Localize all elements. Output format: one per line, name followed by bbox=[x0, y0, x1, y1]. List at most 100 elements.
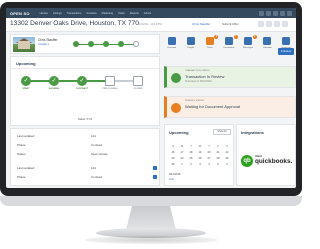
toolbar-overview[interactable]: Overview bbox=[162, 34, 181, 56]
weekday-label: T bbox=[190, 145, 192, 148]
help-icon[interactable] bbox=[280, 10, 285, 16]
calendar-day[interactable]: 20 bbox=[205, 151, 213, 154]
detail-row: Phase Contract bbox=[17, 175, 157, 182]
monitor-frame: OPEN SO Homes Listings Transactions Cont… bbox=[0, 2, 302, 196]
toolbar-label: Tasks bbox=[207, 47, 213, 49]
step-pre-closing[interactable]: PRE CLOSING bbox=[97, 76, 123, 90]
calendar-day[interactable]: 30 bbox=[169, 163, 177, 166]
toolbar-messages[interactable]: Messages 2 bbox=[239, 34, 258, 56]
in-review-button[interactable]: In Review bbox=[278, 48, 294, 55]
step-closed[interactable]: CLOSED bbox=[125, 76, 151, 90]
monitor-stand-neck bbox=[126, 206, 176, 230]
search-icon[interactable] bbox=[259, 10, 264, 16]
calendar-link[interactable]: Link bbox=[169, 178, 174, 181]
nav-item-listings[interactable]: Listings bbox=[53, 12, 62, 15]
status-clock-icon bbox=[171, 103, 181, 113]
bell-icon[interactable] bbox=[266, 10, 271, 16]
selected-date: 9/11/2019 bbox=[169, 173, 181, 176]
share-icon[interactable] bbox=[266, 21, 272, 27]
detail-row: Last updated 121 bbox=[17, 134, 157, 141]
mini-step-dot bbox=[118, 41, 124, 47]
calendar-day[interactable]: 27 bbox=[205, 157, 213, 160]
toolbar-label: Messages bbox=[243, 47, 254, 49]
calendar-day[interactable]: 21 bbox=[214, 151, 222, 154]
agent-role-dropdown[interactable]: Contact ▾ bbox=[38, 43, 49, 46]
agent-name[interactable]: Chris Stauffer bbox=[38, 38, 57, 42]
quickbooks-logo[interactable]: quickbooks. bbox=[255, 158, 292, 165]
nav-item-contacts[interactable]: Contacts bbox=[86, 12, 96, 15]
more-icon[interactable] bbox=[282, 21, 288, 27]
transaction-toolbar: Overview People Tasks 3 Documents 7 Mess… bbox=[162, 34, 296, 56]
people-icon bbox=[186, 37, 195, 45]
mini-step-dot bbox=[73, 41, 79, 47]
row-checkbox[interactable] bbox=[153, 166, 157, 170]
calendar-day[interactable]: 2 bbox=[187, 163, 195, 166]
panel-divider bbox=[11, 68, 159, 69]
header-user-link[interactable]: Chris Stauffer bbox=[192, 22, 210, 26]
calendar-day[interactable]: 18 bbox=[187, 151, 195, 154]
panel-title: Upcoming bbox=[16, 61, 36, 66]
property-card: Chris Stauffer Contact ▾ bbox=[10, 34, 160, 54]
weekday-label: T bbox=[208, 145, 210, 148]
expenses-icon bbox=[282, 37, 291, 45]
calendar-title: Upcoming bbox=[169, 130, 189, 135]
calendar-day[interactable]: 1 bbox=[178, 163, 186, 166]
detail-label: Last updated bbox=[17, 166, 35, 170]
weekday-label: W bbox=[198, 145, 202, 148]
progress-panel: Upcoming ✓ START ✓ SHOWING ✓ CONTRACT PR… bbox=[10, 56, 160, 126]
nav-item-marketing[interactable]: Marketing bbox=[102, 12, 113, 15]
settings-icon[interactable] bbox=[274, 21, 280, 27]
step-contract[interactable]: ✓ CONTRACT bbox=[69, 76, 95, 90]
status-title: Transaction In Review bbox=[185, 74, 225, 79]
user-icon[interactable] bbox=[287, 10, 292, 16]
documents-icon bbox=[224, 37, 233, 45]
step-start[interactable]: ✓ START bbox=[13, 76, 39, 90]
nav-item-transactions[interactable]: Transactions bbox=[67, 12, 82, 15]
calendar-day[interactable]: 22 bbox=[223, 151, 231, 154]
calendar-day[interactable]: 25 bbox=[187, 157, 195, 160]
nav-item-homes[interactable]: Homes bbox=[40, 12, 48, 15]
property-photo[interactable] bbox=[13, 37, 35, 52]
calendar-day[interactable]: 24 bbox=[178, 157, 186, 160]
pending-status-card[interactable]: PENDING STATUS Waiting for Document Appr… bbox=[164, 96, 296, 118]
calendar-day[interactable]: 16 bbox=[169, 151, 177, 154]
transaction-status-card[interactable]: TRANSACTION STATUS Transaction In Review… bbox=[164, 66, 296, 88]
status-subtitle: Submitted on 08/23/2019 bbox=[185, 80, 212, 83]
transaction-header: 13302 Denver Oaks Drive, Houston, TX 770… bbox=[6, 18, 296, 32]
status-label: TRANSACTION STATUS bbox=[185, 70, 210, 72]
toolbar-people[interactable]: People bbox=[181, 34, 200, 56]
property-address: 13302 Denver Oaks Drive, Houston, TX 770 bbox=[10, 20, 139, 27]
nav-item-reports[interactable]: Reports bbox=[130, 12, 139, 15]
show-all-button[interactable]: Show All bbox=[213, 129, 231, 135]
calendar-day[interactable]: 4 bbox=[205, 163, 213, 166]
quickbooks-icon[interactable]: qb bbox=[241, 155, 253, 167]
check-icon: ✓ bbox=[49, 76, 59, 86]
detail-label: Phase bbox=[17, 143, 26, 147]
step-showing[interactable]: ✓ SHOWING bbox=[41, 76, 67, 90]
calendar-day[interactable]: 26 bbox=[196, 157, 204, 160]
status-check-icon bbox=[171, 73, 181, 83]
nav-item-admin[interactable]: Admin bbox=[144, 12, 151, 15]
toolbar-tasks[interactable]: Tasks 3 bbox=[200, 34, 219, 56]
mail-icon[interactable] bbox=[273, 10, 278, 16]
toolbar-documents[interactable]: Documents 7 bbox=[219, 34, 238, 56]
row-checkbox[interactable] bbox=[153, 175, 157, 179]
calendar-day[interactable]: 6 bbox=[223, 163, 231, 166]
calendar-day[interactable]: 17 bbox=[178, 151, 186, 154]
calendar-day[interactable]: 29 bbox=[223, 157, 231, 160]
calendar-day[interactable]: 23 bbox=[169, 157, 177, 160]
monitor-chin bbox=[0, 196, 302, 206]
calendar-day[interactable]: 3 bbox=[196, 163, 204, 166]
calendar-day[interactable]: 5 bbox=[214, 163, 222, 166]
calendar-day[interactable]: 19 bbox=[196, 151, 204, 154]
messages-icon bbox=[244, 37, 253, 45]
weekday-label: S bbox=[172, 145, 174, 148]
header-status-dropdown[interactable]: Submit Offer bbox=[222, 22, 239, 26]
app-logo[interactable]: OPEN SO bbox=[10, 11, 30, 16]
calendar-day[interactable]: 28 bbox=[214, 157, 222, 160]
toolbar-calendar[interactable]: Calendar bbox=[258, 34, 277, 56]
step-label: START bbox=[22, 88, 30, 90]
seller-name: Seller XYZ bbox=[77, 117, 93, 121]
nav-item-tasks[interactable]: Tasks bbox=[118, 12, 125, 15]
print-icon[interactable] bbox=[258, 21, 264, 27]
